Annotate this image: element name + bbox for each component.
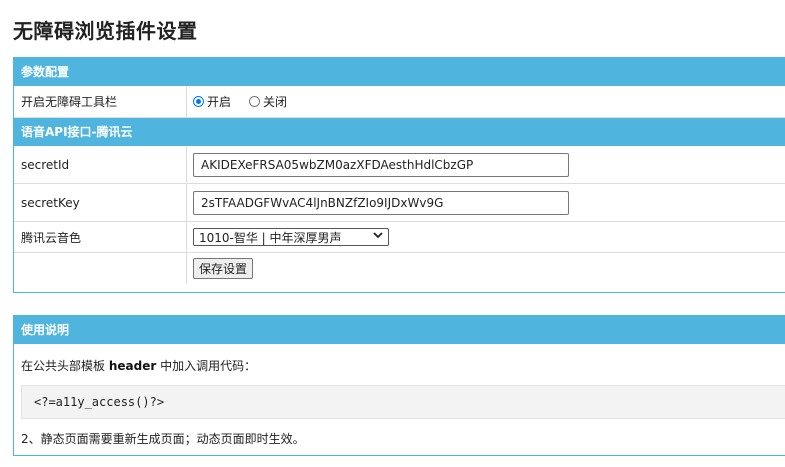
- config-section-header: 参数配置: [14, 58, 785, 86]
- toolbar-toggle-options: 开启 关闭: [187, 86, 785, 117]
- api-section-header: 语音API接口-腾讯云: [14, 118, 785, 146]
- usage-instruction-suffix: 中加入调用代码：: [156, 359, 257, 373]
- code-snippet: <?=a11y_access()?>: [21, 385, 785, 419]
- radio-enable-label: 开启: [207, 95, 232, 109]
- save-cell: 保存设置: [187, 253, 785, 284]
- radio-enable[interactable]: 开启: [193, 93, 231, 110]
- voice-label: 腾讯云音色: [14, 222, 187, 252]
- voice-cell: 1010-智华 | 中年深厚男声: [187, 222, 785, 252]
- toolbar-toggle-row: 开启无障碍工具栏 开启 关闭: [14, 86, 785, 118]
- voice-select-value: 1010-智华 | 中年深厚男声: [199, 230, 342, 245]
- usage-instruction-bold: header: [108, 359, 157, 373]
- radio-disable[interactable]: 关闭: [249, 93, 287, 110]
- usage-instruction-prefix: 在公共头部模板: [21, 359, 109, 373]
- usage-instruction: 在公共头部模板 header 中加入调用代码：: [14, 344, 785, 381]
- secret-id-cell: AKIDEXeFRSA05wbZM0azXFDAesthHdlCbzGP: [187, 146, 785, 183]
- secret-id-label: secretId: [14, 146, 187, 183]
- voice-select[interactable]: 1010-智华 | 中年深厚男声: [193, 228, 389, 246]
- secret-key-cell: 2sTFAADGFWvAC4lJnBNZfZIo9IJDxWv9G: [187, 184, 785, 221]
- chevron-down-icon: [373, 232, 383, 242]
- secret-key-row: secretKey 2sTFAADGFWvAC4lJnBNZfZIo9IJDxW…: [14, 184, 785, 222]
- secret-id-row: secretId AKIDEXeFRSA05wbZM0azXFDAesthHdl…: [14, 146, 785, 184]
- settings-panel: 参数配置 开启无障碍工具栏 开启 关闭 语音API接口-腾讯云 secretId…: [13, 57, 785, 293]
- voice-row: 腾讯云音色 1010-智华 | 中年深厚男声: [14, 222, 785, 253]
- save-button[interactable]: 保存设置: [193, 258, 254, 279]
- secret-key-label: secretKey: [14, 184, 187, 221]
- secret-id-input[interactable]: AKIDEXeFRSA05wbZM0azXFDAesthHdlCbzGP: [193, 152, 569, 177]
- radio-enable-dot[interactable]: [193, 96, 204, 107]
- usage-note: 2、静态页面需要重新生成页面；动态页面即时生效。: [21, 432, 305, 446]
- secret-key-input[interactable]: 2sTFAADGFWvAC4lJnBNZfZIo9IJDxWv9G: [193, 190, 569, 215]
- radio-disable-label: 关闭: [263, 95, 288, 109]
- usage-panel: 使用说明 在公共头部模板 header 中加入调用代码： <?=a11y_acc…: [13, 315, 785, 456]
- save-row: 保存设置: [14, 253, 785, 284]
- toolbar-toggle-label: 开启无障碍工具栏: [14, 86, 187, 117]
- usage-section-header: 使用说明: [14, 316, 785, 344]
- radio-disable-dot[interactable]: [249, 96, 261, 107]
- save-row-empty-label: [14, 253, 187, 284]
- page-title: 无障碍浏览插件设置: [13, 19, 198, 43]
